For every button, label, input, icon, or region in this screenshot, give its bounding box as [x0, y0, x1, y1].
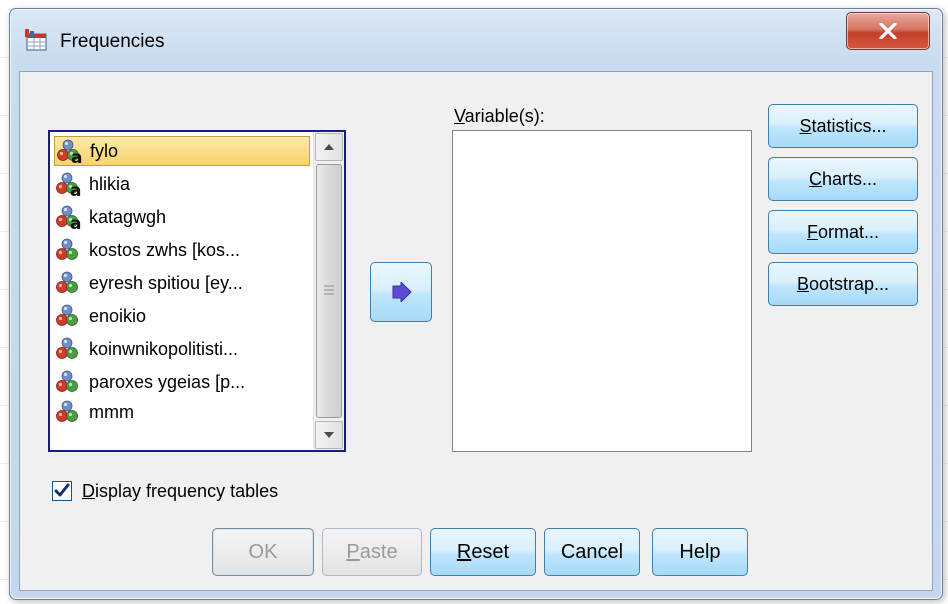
nominal-icon — [55, 237, 85, 263]
display-frequency-tables-checkbox[interactable]: Display frequency tables — [52, 478, 278, 504]
checkbox-label: Display frequency tables — [82, 480, 279, 501]
checkmark-icon — [54, 483, 70, 497]
triangle-down-icon — [324, 432, 334, 438]
list-item-label: fylo — [90, 140, 119, 161]
triangle-up-icon — [324, 144, 334, 150]
vertical-scrollbar[interactable] — [313, 132, 344, 450]
list-item[interactable]: a katagwgh — [54, 202, 310, 234]
nominal-icon — [55, 369, 85, 395]
window-title: Frequencies — [60, 31, 165, 52]
list-item[interactable]: mmm — [54, 400, 310, 424]
nominal-icon — [55, 336, 85, 362]
paste-button[interactable]: Paste — [322, 528, 422, 576]
title-bar[interactable]: Frequencies — [10, 9, 942, 71]
list-item[interactable]: a hlikia — [54, 169, 310, 201]
variables-label: Variable(s): — [454, 106, 545, 126]
nominal-string-icon: a — [55, 171, 85, 201]
list-item-label: mmm — [89, 401, 134, 422]
list-item[interactable]: kostos zwhs [kos... — [54, 235, 310, 265]
statistics-button[interactable]: Statistics... — [768, 104, 918, 148]
close-button[interactable] — [846, 12, 930, 50]
svg-text:a: a — [71, 148, 82, 164]
checkbox-box[interactable] — [52, 481, 72, 501]
nominal-string-icon: a — [56, 138, 86, 168]
variable-list-items: a fylo a hlikia a katagwgh kostos zwhs [… — [50, 132, 314, 450]
target-variable-list[interactable] — [452, 130, 752, 452]
nominal-icon — [55, 270, 85, 296]
source-variable-list[interactable]: a fylo a hlikia a katagwgh kostos zwhs [… — [48, 130, 346, 452]
scroll-down-button[interactable] — [315, 421, 343, 449]
close-icon — [879, 23, 897, 39]
bootstrap-button[interactable]: Bootstrap... — [768, 262, 918, 306]
list-item-label: enoikio — [89, 305, 147, 326]
list-item[interactable]: eyresh spitiou [ey... — [54, 268, 310, 298]
ok-button[interactable]: OK — [212, 528, 314, 576]
list-item-label: eyresh spitiou [ey... — [89, 272, 243, 293]
charts-button[interactable]: Charts... — [768, 157, 918, 201]
nominal-icon — [55, 303, 85, 329]
list-item-label: katagwgh — [89, 206, 167, 227]
scroll-up-button[interactable] — [315, 133, 343, 161]
arrow-right-icon — [392, 282, 412, 302]
list-item-label: kostos zwhs [kos... — [89, 239, 241, 260]
format-button[interactable]: Format... — [768, 210, 918, 254]
list-item[interactable]: paroxes ygeias [p... — [54, 367, 310, 397]
list-item-label: hlikia — [89, 173, 131, 194]
list-item[interactable]: enoikio — [54, 301, 310, 331]
nominal-string-icon: a — [55, 204, 85, 234]
scroll-thumb[interactable] — [316, 164, 342, 418]
list-item-label: paroxes ygeias [p... — [89, 371, 246, 392]
reset-button[interactable]: Reset — [430, 528, 536, 576]
list-item[interactable]: a fylo — [54, 136, 310, 168]
help-button[interactable]: Help — [652, 528, 748, 576]
svg-text:a: a — [70, 181, 81, 197]
svg-text:a: a — [70, 214, 81, 230]
move-to-variables-button[interactable] — [370, 262, 432, 322]
nominal-icon — [55, 399, 85, 425]
cancel-button[interactable]: Cancel — [544, 528, 640, 576]
list-item-label: koinwnikopolitisti... — [89, 338, 239, 359]
spss-table-icon — [24, 28, 48, 52]
list-item[interactable]: koinwnikopolitisti... — [54, 334, 310, 364]
grip-icon — [324, 285, 334, 295]
